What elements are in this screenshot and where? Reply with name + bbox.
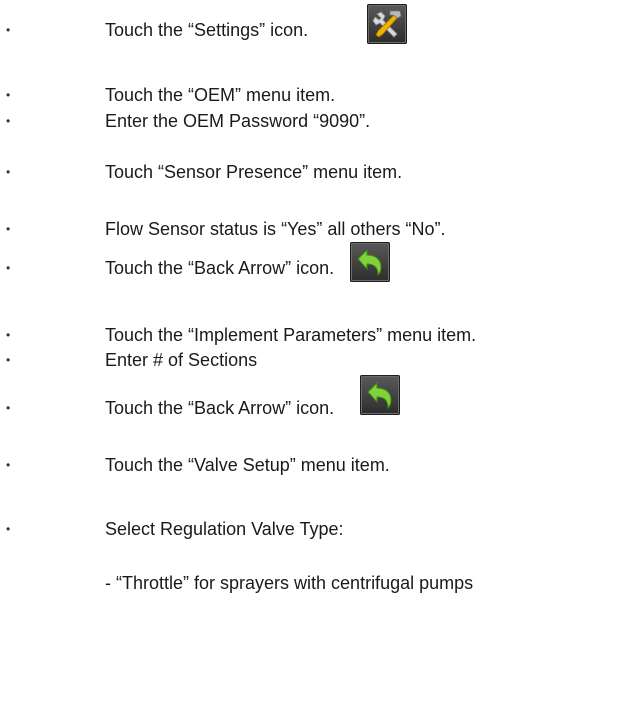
step-text: Touch the “OEM” menu item.	[105, 85, 336, 105]
step-number-of-sections: • Enter # of Sections	[0, 348, 621, 372]
bullet: •	[6, 328, 11, 342]
step-text: Touch the “Back Arrow” icon.	[105, 398, 335, 418]
bullet: •	[6, 222, 11, 236]
step-back-arrow-2: • Touch the “Back Arrow” icon.	[0, 396, 621, 420]
step-oem-menu: • Touch the “OEM” menu item.	[0, 83, 621, 107]
back-arrow-icon	[360, 375, 400, 415]
bullet: •	[6, 23, 11, 37]
bullet: •	[6, 353, 11, 367]
sub-item-text: - “Throttle” for sprayers with centrifug…	[105, 573, 474, 593]
bullet: •	[6, 522, 11, 536]
step-settings-icon: • Touch the “Settings” icon.	[0, 18, 621, 42]
bullet: •	[6, 401, 11, 415]
back-arrow-icon	[350, 242, 390, 282]
step-oem-password: • Enter the OEM Password “9090”.	[0, 109, 621, 133]
step-text: Flow Sensor status is “Yes” all others “…	[105, 219, 446, 239]
step-text: Touch the “Settings” icon.	[105, 20, 309, 40]
step-text: Enter # of Sections	[105, 350, 258, 370]
step-flow-sensor-status: • Flow Sensor status is “Yes” all others…	[0, 217, 621, 241]
bullet: •	[6, 261, 11, 275]
step-text: Touch the “Back Arrow” icon.	[105, 258, 335, 278]
step-implement-parameters: • Touch the “Implement Parameters” menu …	[0, 323, 621, 347]
settings-tools-icon	[367, 4, 407, 44]
step-back-arrow-1: • Touch the “Back Arrow” icon.	[0, 256, 621, 280]
step-select-valve-type: • Select Regulation Valve Type:	[0, 517, 621, 541]
step-text: Touch the “Valve Setup” menu item.	[105, 455, 390, 475]
bullet: •	[6, 114, 11, 128]
sub-item-throttle: - “Throttle” for sprayers with centrifug…	[0, 571, 621, 595]
step-sensor-presence: • Touch “Sensor Presence” menu item.	[0, 160, 621, 184]
bullet: •	[6, 165, 11, 179]
step-text: Touch the “Implement Parameters” menu it…	[105, 325, 477, 345]
step-text: Enter the OEM Password “9090”.	[105, 111, 371, 131]
bullet: •	[6, 458, 11, 472]
step-valve-setup: • Touch the “Valve Setup” menu item.	[0, 453, 621, 477]
step-text: Select Regulation Valve Type:	[105, 519, 344, 539]
step-text: Touch “Sensor Presence” menu item.	[105, 162, 403, 182]
bullet: •	[6, 88, 11, 102]
